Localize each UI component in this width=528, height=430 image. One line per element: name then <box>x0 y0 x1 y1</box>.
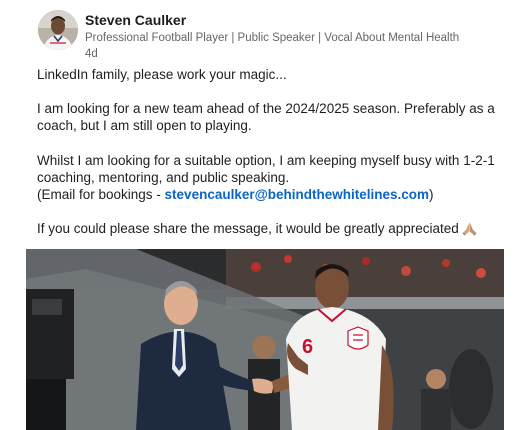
post-paragraph-busy-text: Whilst I am looking for a suitable optio… <box>37 152 495 185</box>
post-body: LinkedIn family, please work your magic.… <box>37 66 517 240</box>
author-avatar[interactable] <box>38 10 78 50</box>
email-link[interactable]: stevencaulker@behindthewhitelines.com <box>165 187 430 202</box>
post-line-intro: LinkedIn family, please work your magic.… <box>37 67 287 82</box>
post-paragraph-team: I am looking for a new team ahead of the… <box>37 101 495 134</box>
author-name[interactable]: Steven Caulker <box>85 12 459 29</box>
praying-hands-icon <box>462 221 477 240</box>
author-headline: Professional Football Player | Public Sp… <box>85 31 460 44</box>
post-paragraph-closing: If you could please share the message, i… <box>37 220 517 240</box>
post-paragraph-busy: Whilst I am looking for a suitable optio… <box>37 152 517 204</box>
email-prefix: (Email for bookings - <box>37 187 165 203</box>
author-meta: Steven Caulker Professional Football Pla… <box>85 10 459 61</box>
post-photo[interactable]: 6 <box>26 249 504 430</box>
linkedin-post: Steven Caulker Professional Football Pla… <box>0 0 528 430</box>
post-header: Steven Caulker Professional Football Pla… <box>38 10 459 61</box>
jersey-number: 6 <box>302 336 313 358</box>
email-suffix: ) <box>429 187 434 203</box>
post-timestamp: 4d <box>85 47 98 60</box>
closing-text: If you could please share the message, i… <box>37 221 459 237</box>
